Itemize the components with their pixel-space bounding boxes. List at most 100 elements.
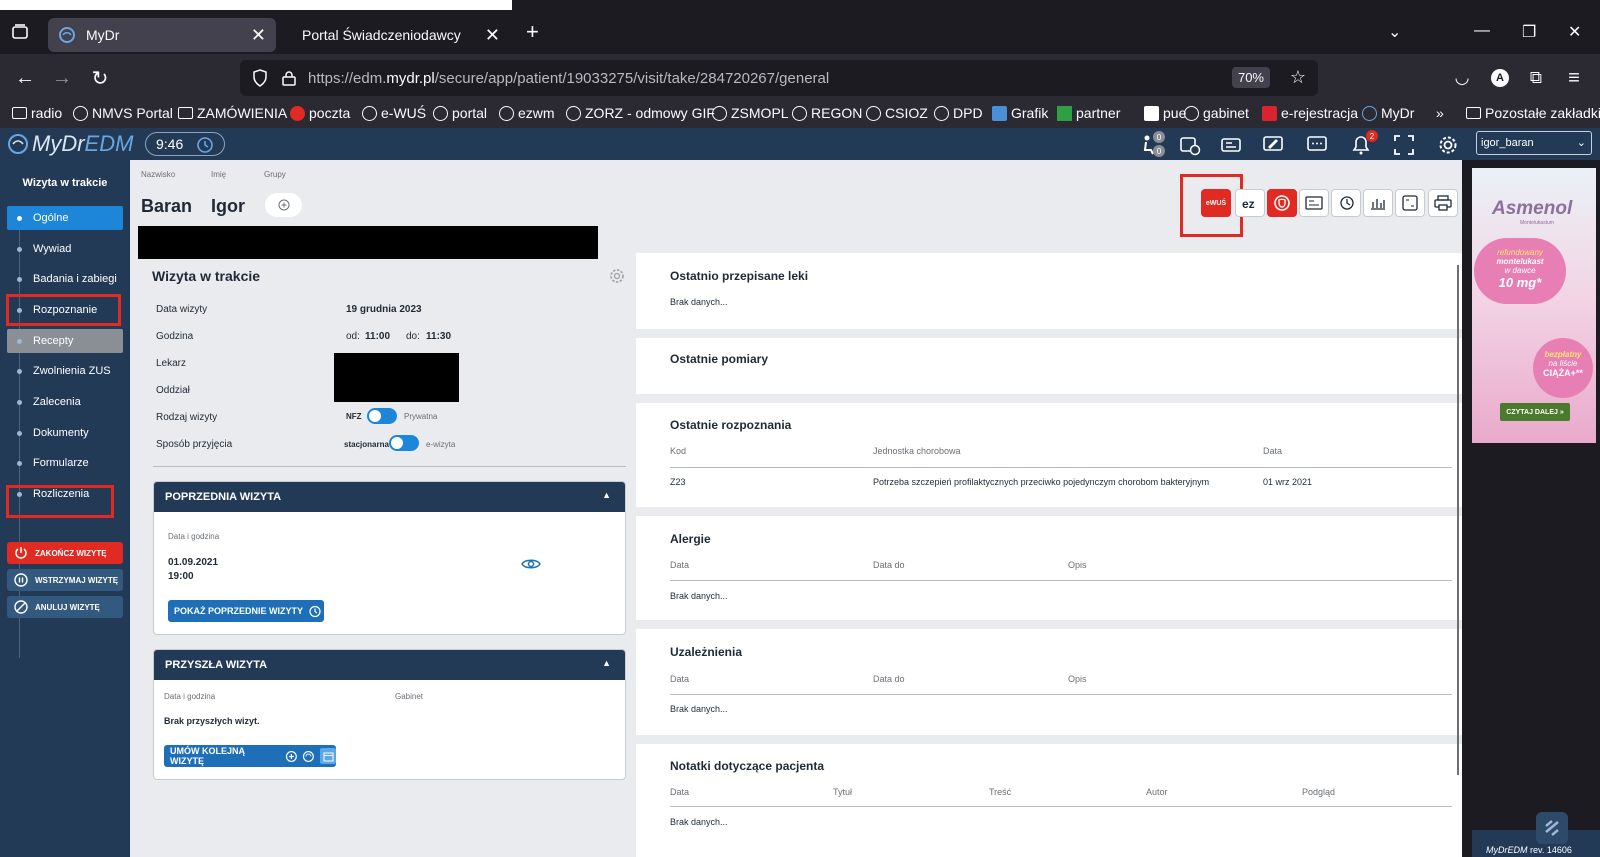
bookmark-item[interactable]: ezwm — [499, 105, 555, 121]
bookmark-item[interactable]: ZSMOPL — [712, 105, 789, 121]
calendar-clock-icon[interactable] — [1179, 134, 1201, 156]
tab-close-icon[interactable]: ✕ — [251, 25, 266, 46]
bookmark-star-icon[interactable]: ☆ — [1290, 67, 1306, 88]
next-visit-header[interactable]: PRZYSZŁA WIZYTA ▲ — [154, 650, 625, 680]
eye-icon[interactable] — [521, 557, 541, 571]
dental-button[interactable] — [1267, 189, 1297, 217]
tab-list-icon[interactable] — [10, 22, 30, 42]
eagle-icon — [1262, 105, 1277, 121]
cancel-visit-button[interactable]: ANULUJ WIZYTĘ — [7, 596, 123, 618]
scrollbar[interactable] — [1457, 265, 1459, 775]
signature-icon[interactable] — [1262, 134, 1284, 156]
bookmarks-bar: radio NMVS Portal ZAMÓWIENIA poczta e-WU… — [0, 102, 1600, 128]
mydr-logo[interactable]: MyDr EDM — [6, 131, 133, 157]
show-previous-visits-button[interactable]: POKAŻ POPRZEDNIE WIZYTY — [168, 600, 324, 622]
sidebar-item-zalecenia[interactable]: Zalecenia — [7, 390, 123, 414]
previous-visit-header[interactable]: POPRZEDNIA WIZYTA ▲ — [154, 482, 625, 512]
schedule-next-visit-button[interactable]: UMÓW KOLEJNĄ WIZYTĘ — [164, 745, 336, 767]
bookmark-item[interactable]: radio — [12, 105, 62, 121]
visit-settings-gear-icon[interactable] — [609, 268, 625, 284]
fullscreen-icon[interactable] — [1393, 134, 1415, 156]
bookmarks-overflow-icon[interactable]: » — [1436, 105, 1444, 121]
shield-icon[interactable] — [252, 69, 268, 87]
bookmark-item[interactable]: pue — [1144, 105, 1186, 121]
session-timer[interactable]: 9:46 — [145, 132, 225, 156]
sidebar-item-dokumenty[interactable]: Dokumenty — [7, 421, 123, 445]
bookmark-item[interactable]: partner — [1057, 105, 1120, 121]
back-icon[interactable]: ← — [13, 66, 37, 90]
app-badge-icon[interactable] — [1536, 812, 1568, 844]
sync-icon — [303, 750, 315, 762]
ad-read-more-button[interactable]: CZYTAJ DALEJ » — [1500, 403, 1570, 421]
bookmark-item[interactable]: e-WUŚ — [362, 105, 426, 121]
tab-close-icon[interactable]: ✕ — [485, 25, 500, 46]
advertisement-banner[interactable]: Asmenol Montelukastum refundowany montel… — [1472, 168, 1596, 443]
sidebar-item-wywiad[interactable]: Wywiad — [7, 237, 123, 261]
bookmark-item[interactable]: poczta — [290, 105, 350, 121]
bookmark-item[interactable]: ZAMÓWIENIA — [178, 105, 287, 121]
divider — [153, 466, 626, 467]
bookmark-item[interactable]: Grafik — [992, 105, 1048, 121]
zoom-level[interactable]: 70% — [1231, 67, 1270, 88]
gear-icon[interactable] — [1437, 134, 1459, 156]
addiction-col-desc: Opis — [1068, 674, 1087, 684]
id-card-icon[interactable] — [1220, 134, 1242, 156]
new-tab-icon[interactable]: + — [526, 21, 539, 43]
extensions-icon[interactable]: ⧉ — [1524, 66, 1548, 90]
user-select[interactable]: igor_baran ⌄ — [1476, 131, 1592, 155]
type-nfz: NFZ — [346, 412, 362, 421]
sidebar-item-formularze[interactable]: Formularze — [7, 451, 123, 475]
svg-text:ez: ez — [1242, 197, 1255, 210]
print-button[interactable] — [1428, 189, 1458, 217]
close-window-icon[interactable]: ✕ — [1568, 22, 1581, 42]
bookmark-item[interactable]: MyDr — [1362, 105, 1414, 121]
menu-icon[interactable]: ≡ — [1562, 66, 1586, 90]
sidebar-item-zwolnienia[interactable]: Zwolnienia ZUS — [7, 359, 123, 383]
patient-card-button[interactable] — [1299, 189, 1329, 217]
url-bar[interactable]: https://edm.mydr.pl/secure/app/patient/1… — [240, 60, 1318, 96]
visit-mode-toggle[interactable] — [389, 435, 419, 451]
add-group-button[interactable] — [265, 193, 302, 217]
pocket-icon[interactable]: ◡ — [1450, 66, 1474, 90]
grafik-icon — [992, 105, 1007, 121]
forward-icon[interactable]: → — [50, 66, 74, 90]
restore-icon[interactable]: ❐ — [1522, 22, 1536, 42]
end-visit-button[interactable]: ZAKOŃCZ WIZYTĘ — [7, 542, 123, 564]
lock-icon[interactable] — [282, 70, 296, 86]
visit-type-toggle[interactable] — [367, 408, 397, 424]
chart-button[interactable] — [1363, 189, 1393, 217]
sidebar-item-ogolne[interactable]: Ogólne — [7, 206, 123, 230]
history-button[interactable] — [1331, 189, 1361, 217]
green-cross-icon — [1057, 105, 1072, 121]
calculator-button[interactable] — [1395, 189, 1425, 217]
reload-icon[interactable]: ↻ — [88, 66, 112, 90]
bookmark-item[interactable]: CSIOZ — [866, 105, 928, 121]
collapse-caret-icon[interactable]: ▲ — [602, 490, 611, 500]
bookmark-item[interactable]: e-rejestracja — [1262, 105, 1358, 121]
revision-label: rev. 14606 — [1530, 845, 1572, 855]
sidebar-item-recepty[interactable]: Recepty — [7, 329, 123, 353]
ez-button[interactable]: ez — [1235, 189, 1265, 217]
bookmark-item[interactable]: gabinet — [1184, 105, 1249, 121]
other-bookmarks[interactable]: Pozostałe zakładki — [1466, 105, 1600, 121]
bookmark-item[interactable]: portal — [433, 105, 487, 121]
chat-icon[interactable] — [1306, 134, 1328, 156]
bookmark-item[interactable]: NMVS Portal — [73, 105, 173, 121]
time-from-value: 11:00 — [365, 331, 391, 342]
tab-mydr[interactable]: MyDr ✕ — [48, 18, 276, 52]
bookmark-item[interactable]: DPD — [934, 105, 983, 121]
globe-icon — [712, 105, 727, 121]
bookmark-item[interactable]: REGON — [792, 105, 862, 121]
mydr-favicon-icon — [59, 27, 75, 43]
tab-portal[interactable]: Portal Świadczeniodawcy ✕ — [284, 18, 510, 52]
account-avatar[interactable]: A — [1488, 66, 1512, 90]
tooth-icon — [1274, 195, 1290, 211]
tabs-dropdown-icon[interactable]: ⌄ — [1388, 22, 1401, 42]
collapse-caret-icon[interactable]: ▲ — [602, 658, 611, 668]
pause-visit-button[interactable]: WSTRZYMAJ WIZYTĘ — [7, 569, 123, 591]
minimize-icon[interactable]: — — [1474, 22, 1490, 40]
bookmark-item[interactable]: ZORZ - odmowy GIF — [566, 105, 715, 121]
calendar-icon — [320, 748, 336, 764]
globe-icon — [866, 105, 881, 121]
sidebar-item-badania[interactable]: Badania i zabiegi — [7, 267, 123, 291]
